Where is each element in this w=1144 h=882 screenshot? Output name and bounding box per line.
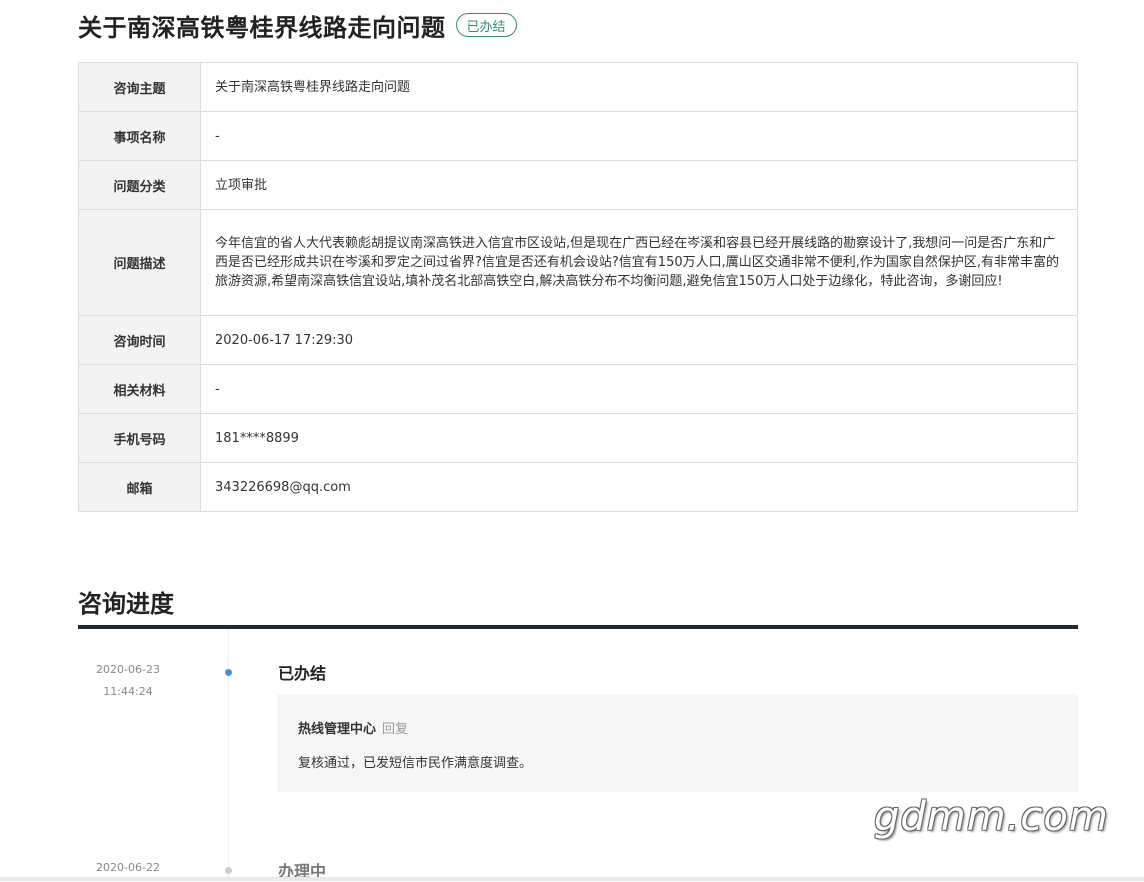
detail-value: 343226698@qq.com [200, 462, 1078, 512]
progress-section-title: 咨询进度 [78, 590, 174, 618]
detail-row-category: 问题分类 立项审批 [78, 160, 1078, 210]
detail-label: 问题描述 [78, 209, 201, 316]
detail-row-item-name: 事项名称 - [78, 111, 1078, 161]
reply-header: 热线管理中心 回复 [298, 718, 408, 737]
detail-label: 事项名称 [78, 111, 201, 161]
reply-card: 热线管理中心 回复 复核通过，已发短信市民作满意度调查。 [277, 694, 1078, 792]
detail-value: - [200, 111, 1078, 161]
detail-row-materials: 相关材料 - [78, 364, 1078, 414]
detail-label: 邮箱 [78, 462, 201, 512]
detail-label: 手机号码 [78, 413, 201, 463]
timeline-entry-date: 2020-06-22 [96, 861, 160, 874]
timeline-entry-date: 2020-06-23 [96, 663, 160, 676]
detail-label: 咨询时间 [78, 315, 201, 365]
timeline-entry-status: 已办结 [278, 664, 327, 683]
page-title: 关于南深高铁粤桂界线路走向问题 [78, 13, 446, 42]
detail-value: 181****8899 [200, 413, 1078, 463]
detail-row-time: 咨询时间 2020-06-17 17:29:30 [78, 315, 1078, 365]
timeline-dot-icon [225, 867, 232, 874]
bottom-bar [0, 877, 1144, 881]
detail-label: 问题分类 [78, 160, 201, 210]
consultation-detail-table: 咨询主题 关于南深高铁粤桂界线路走向问题 事项名称 - 问题分类 立项审批 问题… [78, 62, 1078, 512]
reply-org: 热线管理中心 [298, 722, 377, 737]
detail-row-description: 问题描述 今年信宜的省人大代表赖彪胡提议南深高铁进入信宜市区设站,但是现在广西已… [78, 209, 1078, 316]
detail-row-email: 邮箱 343226698@qq.com [78, 462, 1078, 512]
detail-label: 咨询主题 [78, 62, 201, 112]
timeline-line [228, 629, 229, 881]
status-badge: 已办结 [455, 13, 517, 37]
reply-tag: 回复 [382, 722, 409, 737]
detail-row-phone: 手机号码 181****8899 [78, 413, 1078, 463]
detail-value: 2020-06-17 17:29:30 [200, 315, 1078, 365]
reply-text: 复核通过，已发短信市民作满意度调查。 [298, 756, 533, 771]
watermark-logo: gdmm.com [874, 794, 1109, 840]
detail-value: 今年信宜的省人大代表赖彪胡提议南深高铁进入信宜市区设站,但是现在广西已经在岑溪和… [200, 209, 1078, 316]
detail-row-subject: 咨询主题 关于南深高铁粤桂界线路走向问题 [78, 62, 1078, 112]
timeline-dot-icon [225, 669, 232, 676]
detail-value: - [200, 364, 1078, 414]
timeline-entry-time: 11:44:24 [103, 685, 153, 698]
page-header: 关于南深高铁粤桂界线路走向问题 已办结 [78, 8, 517, 42]
detail-value: 立项审批 [200, 160, 1078, 210]
detail-label: 相关材料 [78, 364, 201, 414]
detail-value: 关于南深高铁粤桂界线路走向问题 [200, 62, 1078, 112]
